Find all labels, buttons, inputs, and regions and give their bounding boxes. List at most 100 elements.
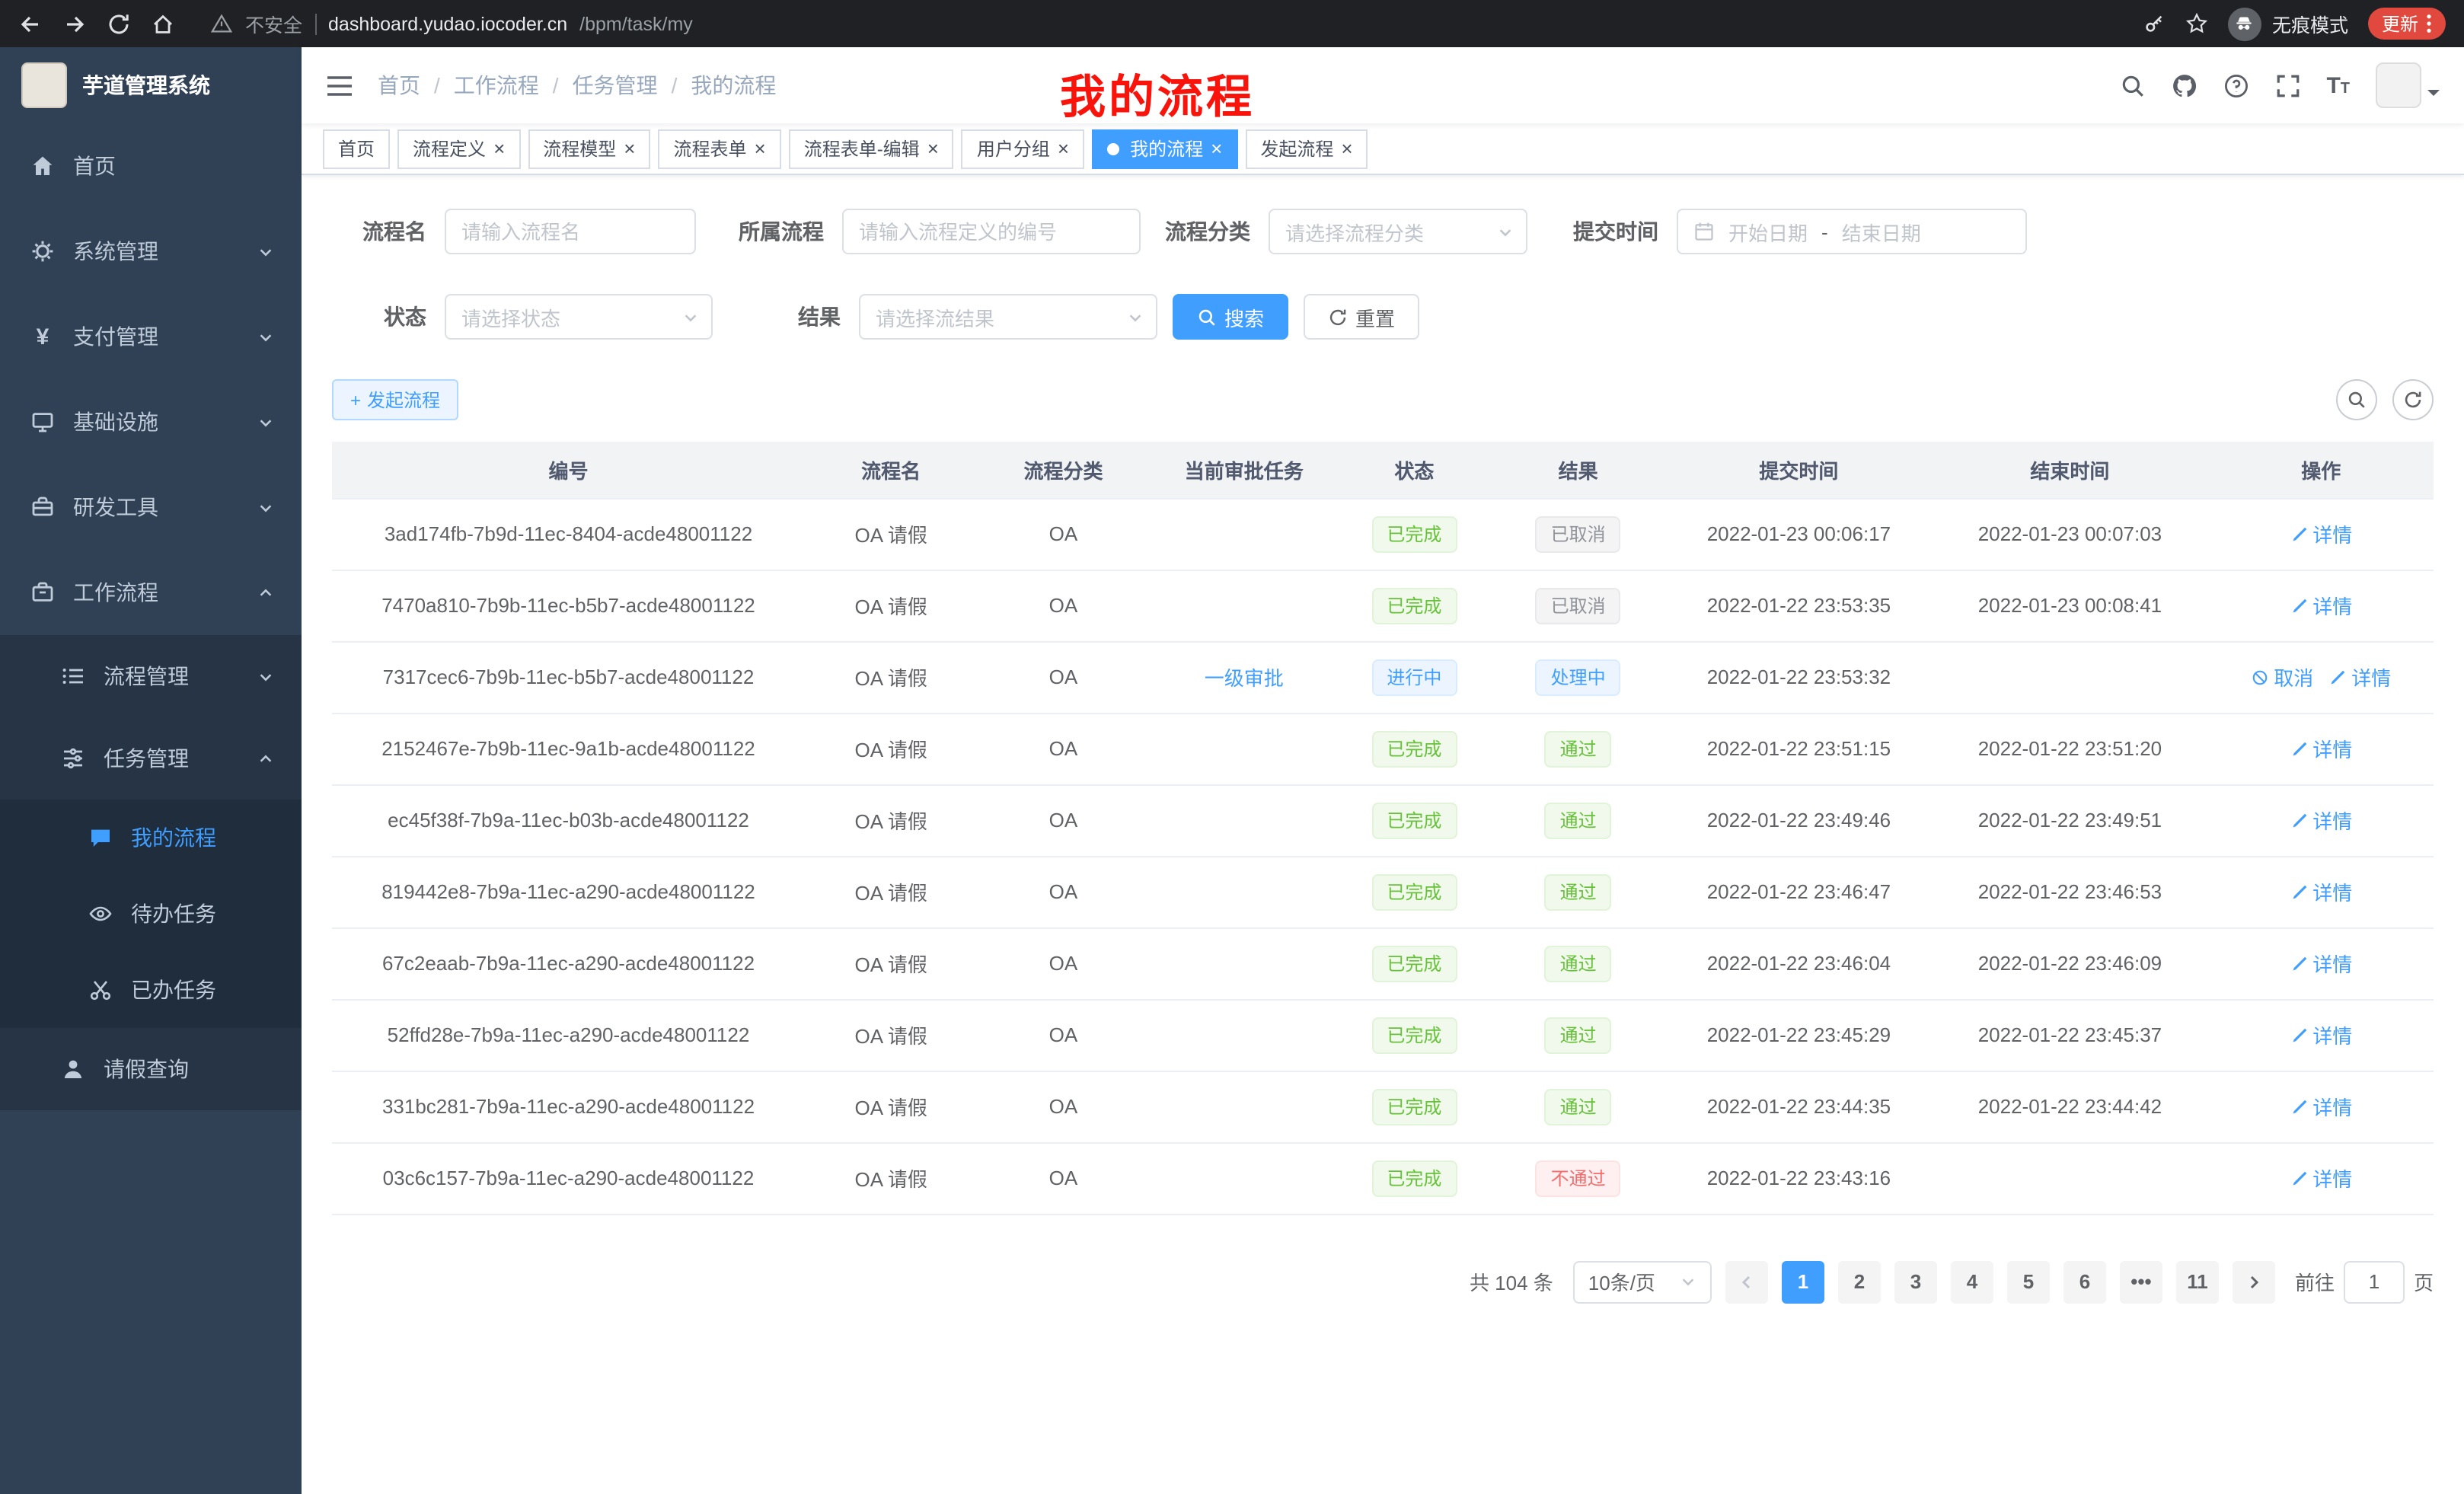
forward-icon[interactable]	[62, 11, 87, 36]
fullscreen-icon[interactable]	[2274, 72, 2300, 98]
header-process-name: 流程名	[805, 442, 977, 498]
back-icon[interactable]	[18, 11, 43, 36]
update-button[interactable]: 更新	[2368, 8, 2446, 40]
submit-time-range-picker[interactable]: 开始日期 - 结束日期	[1677, 209, 2027, 254]
detail-button[interactable]: 详情	[2290, 949, 2352, 978]
sidebar-item-home[interactable]: 首页	[0, 123, 302, 209]
status-select[interactable]: 请选择状态	[445, 294, 713, 340]
breadcrumb-workflow[interactable]: 工作流程	[454, 70, 539, 101]
toggle-search-button[interactable]	[2336, 379, 2377, 420]
sidebar-item-done-tasks[interactable]: 已办任务	[0, 952, 302, 1028]
cell-result: 通过	[1490, 927, 1667, 999]
key-icon[interactable]	[2143, 12, 2166, 35]
close-icon[interactable]: ×	[1211, 139, 1222, 158]
cell-current-task	[1150, 999, 1339, 1071]
prev-page-button[interactable]	[1725, 1260, 1768, 1303]
close-icon[interactable]: ×	[493, 139, 505, 158]
home-browser-icon[interactable]	[151, 11, 175, 36]
cell-current-task	[1150, 784, 1339, 856]
sidebar-item-infrastructure[interactable]: 基础设施	[0, 379, 302, 464]
reload-icon[interactable]	[107, 11, 131, 36]
tab-process-form-edit[interactable]: 流程表单-编辑×	[789, 129, 954, 168]
sidebar-item-task-management[interactable]: 任务管理	[0, 717, 302, 800]
process-name-input[interactable]	[445, 209, 696, 254]
start-process-button[interactable]: + 发起流程	[332, 379, 458, 420]
cancel-button[interactable]: 取消	[2251, 662, 2313, 691]
close-icon[interactable]: ×	[927, 139, 939, 158]
more-pages-button[interactable]: •••	[2120, 1260, 2162, 1303]
tab-start-process[interactable]: 发起流程×	[1245, 129, 1368, 168]
sidebar-item-process-management[interactable]: 流程管理	[0, 635, 302, 717]
tab-home[interactable]: 首页	[323, 129, 390, 168]
cell-id: 03c6c157-7b9a-11ec-a290-acde48001122	[332, 1142, 805, 1214]
detail-button[interactable]: 详情	[2328, 662, 2391, 691]
chevron-down-icon	[1680, 1273, 1696, 1290]
cell-current-task: 一级审批	[1150, 641, 1339, 713]
close-icon[interactable]: ×	[755, 139, 766, 158]
detail-button[interactable]: 详情	[2290, 806, 2352, 835]
sidebar-item-my-process[interactable]: 我的流程	[0, 800, 302, 876]
tab-process-model[interactable]: 流程模型×	[528, 129, 650, 168]
sidebar-item-workflow[interactable]: 工作流程	[0, 550, 302, 635]
category-select[interactable]: 请选择流程分类	[1269, 209, 1527, 254]
cell-process-name: OA 请假	[805, 999, 977, 1071]
goto-page-input[interactable]	[2344, 1260, 2405, 1303]
edit-icon	[2290, 1169, 2308, 1187]
tab-user-group[interactable]: 用户分组×	[962, 129, 1084, 168]
toolbox-icon	[30, 495, 55, 519]
status-badge: 已完成	[1371, 1017, 1457, 1053]
page-button-4[interactable]: 4	[1951, 1260, 1993, 1303]
sidebar-item-todo-tasks[interactable]: 待办任务	[0, 876, 302, 952]
detail-button[interactable]: 详情	[2290, 1020, 2352, 1049]
search-icon	[2347, 390, 2367, 410]
help-icon[interactable]	[2223, 72, 2249, 98]
detail-button[interactable]: 详情	[2290, 734, 2352, 763]
page-button-1[interactable]: 1	[1782, 1260, 1824, 1303]
header-current-task: 当前审批任务	[1150, 442, 1339, 498]
cell-status: 已完成	[1339, 713, 1490, 784]
font-size-icon[interactable]: TT	[2326, 74, 2350, 97]
sidebar-item-system[interactable]: 系统管理	[0, 209, 302, 294]
page-button-5[interactable]: 5	[2007, 1260, 2050, 1303]
tab-process-form[interactable]: 流程表单×	[658, 129, 780, 168]
detail-button[interactable]: 详情	[2290, 1164, 2352, 1192]
breadcrumb-task-management[interactable]: 任务管理	[573, 70, 658, 101]
user-menu[interactable]	[2376, 62, 2440, 108]
page-size-select[interactable]: 10条/页	[1573, 1260, 1712, 1303]
next-page-button[interactable]	[2233, 1260, 2275, 1303]
close-icon[interactable]: ×	[1058, 139, 1069, 158]
detail-button[interactable]: 详情	[2290, 1092, 2352, 1121]
tab-my-process[interactable]: 我的流程×	[1092, 129, 1237, 168]
reset-button[interactable]: 重置	[1304, 294, 1419, 340]
result-select[interactable]: 请选择流结果	[859, 294, 1157, 340]
github-icon[interactable]	[2171, 72, 2197, 98]
sidebar-item-payment[interactable]: ¥ 支付管理	[0, 294, 302, 379]
close-icon[interactable]: ×	[624, 139, 635, 158]
detail-button[interactable]: 详情	[2290, 591, 2352, 620]
tab-process-definition[interactable]: 流程定义×	[397, 129, 520, 168]
breadcrumb-my-process: 我的流程	[691, 70, 776, 101]
parent-process-input[interactable]	[842, 209, 1141, 254]
sidebar-item-leave-query[interactable]: 请假查询	[0, 1028, 302, 1110]
close-icon[interactable]: ×	[1341, 139, 1352, 158]
page-button-2[interactable]: 2	[1838, 1260, 1881, 1303]
menu-dots-icon[interactable]	[2426, 14, 2432, 34]
hamburger-icon[interactable]	[326, 74, 353, 97]
address-bar[interactable]: 不安全 dashboard.yudao.iocoder.cn/bpm/task/…	[210, 9, 693, 38]
detail-button[interactable]: 详情	[2290, 877, 2352, 906]
page-button-3[interactable]: 3	[1894, 1260, 1937, 1303]
page-button-6[interactable]: 6	[2063, 1260, 2106, 1303]
cell-end-time: 2022-01-22 23:44:42	[1931, 1071, 2208, 1142]
result-badge: 已取消	[1536, 587, 1621, 624]
search-icon[interactable]	[2119, 72, 2145, 98]
refresh-table-button[interactable]	[2392, 379, 2434, 420]
status-badge: 已完成	[1371, 945, 1457, 982]
breadcrumb-home[interactable]: 首页	[378, 70, 420, 101]
detail-button[interactable]: 详情	[2290, 519, 2352, 548]
page-button-11[interactable]: 11	[2176, 1260, 2219, 1303]
search-button[interactable]: 搜索	[1173, 294, 1288, 340]
cell-result: 通过	[1490, 784, 1667, 856]
bookmark-star-icon[interactable]	[2185, 12, 2208, 35]
current-task-link[interactable]: 一级审批	[1205, 667, 1284, 690]
sidebar-item-devtools[interactable]: 研发工具	[0, 464, 302, 550]
